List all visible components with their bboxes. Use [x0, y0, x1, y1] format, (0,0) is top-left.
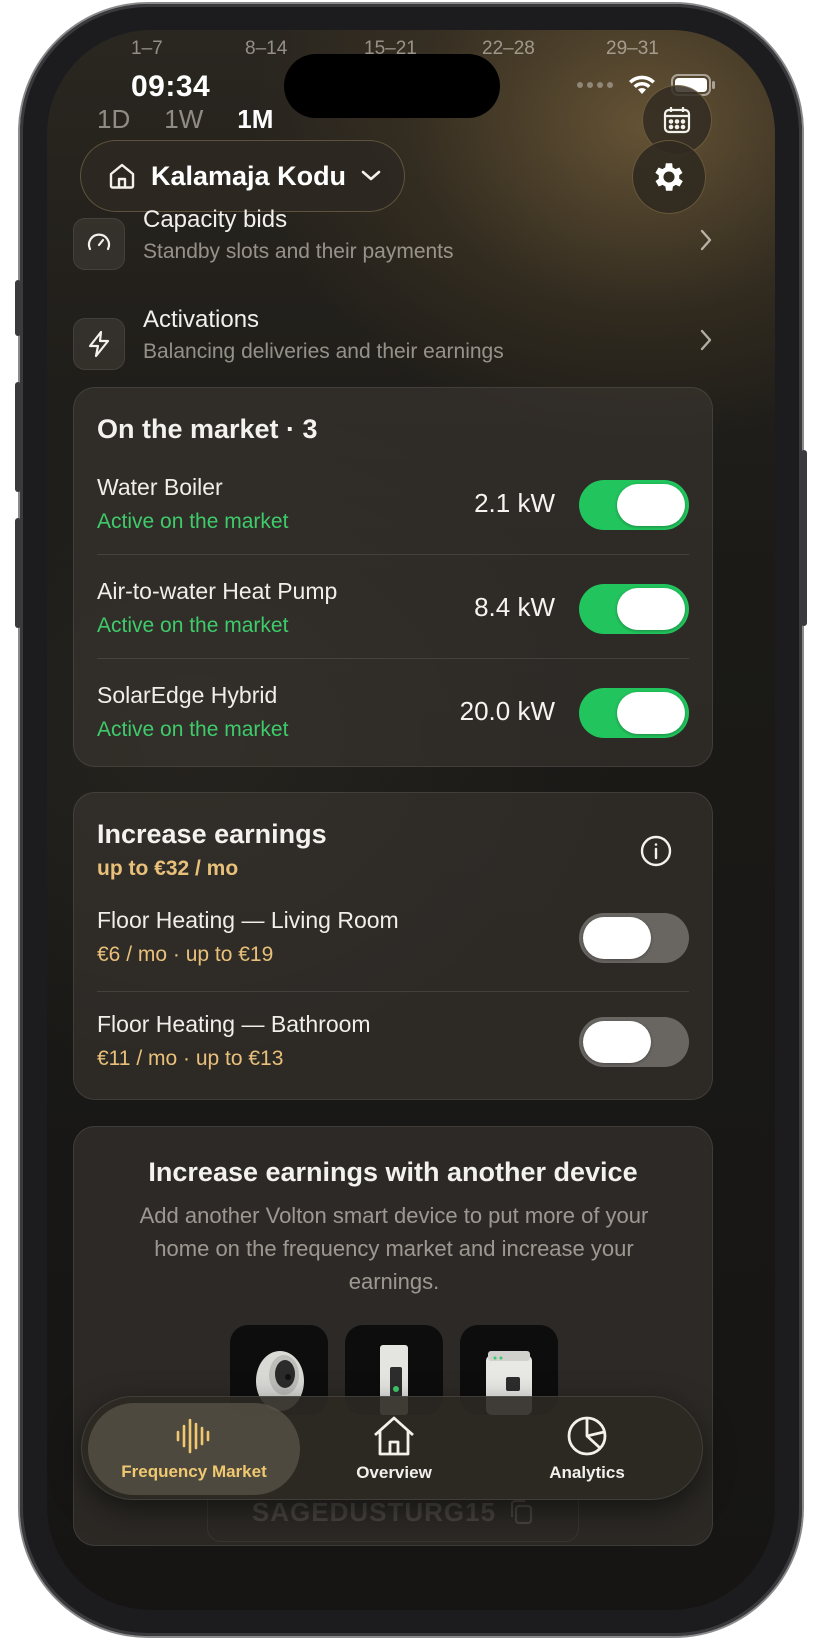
wifi-icon	[629, 75, 655, 94]
week-label: 22–28	[482, 38, 535, 59]
volume-down-button	[15, 518, 21, 628]
chevron-down-icon	[361, 170, 381, 181]
divider	[97, 991, 689, 992]
nav-row-activations[interactable]: Activations Balancing deliveries and the…	[73, 302, 713, 392]
cellular-signal-icon	[577, 82, 613, 88]
device-name: Water Boiler	[97, 474, 223, 500]
tab-analytics[interactable]: Analytics	[528, 1403, 646, 1495]
device-status: Active on the market	[97, 510, 289, 533]
device-name: Floor Heating — Bathroom	[97, 1011, 371, 1037]
device-toggle[interactable]	[579, 480, 689, 530]
copy-icon	[510, 1499, 533, 1525]
device-toggle[interactable]	[579, 1017, 689, 1067]
chevron-right-icon	[700, 329, 712, 351]
week-label: 8–14	[245, 38, 288, 59]
device-row: Air-to-water Heat Pump Active on the mar…	[97, 564, 689, 668]
device-name: Air-to-water Heat Pump	[97, 578, 338, 604]
calendar-icon	[663, 107, 691, 134]
tab-label: Frequency Market	[121, 1462, 267, 1481]
gear-icon	[655, 163, 683, 191]
tab-label: Analytics	[549, 1463, 625, 1482]
waveform-icon	[176, 1418, 210, 1454]
device-power: 20.0 kW	[459, 696, 555, 726]
nav-row-subtitle: Standby slots and their payments	[143, 240, 454, 263]
device-row: SolarEdge Hybrid Active on the market 20…	[97, 668, 689, 772]
gauge-icon	[73, 218, 125, 270]
status-time: 09:34	[131, 70, 211, 103]
nav-row-title: Activations	[143, 306, 260, 333]
week-label: 29–31	[606, 38, 659, 59]
divider	[97, 554, 689, 555]
market-card-title: On the market · 3	[97, 414, 318, 444]
tab-bar: Frequency Market Overview Analytics	[81, 1396, 703, 1500]
device-power: 8.4 kW	[474, 592, 555, 622]
device-row: Water Boiler Active on the market 2.1 kW	[97, 460, 689, 564]
volume-up-button	[15, 382, 21, 492]
house-icon	[374, 1416, 414, 1456]
device-status: Active on the market	[97, 614, 289, 637]
app-screen: 1–7 8–14 15–21 22–28 29–31 09:34 1D 1W 1…	[47, 30, 775, 1610]
week-label: 1–7	[131, 38, 163, 59]
dynamic-island	[284, 54, 500, 118]
chevron-right-icon	[700, 229, 712, 251]
pie-chart-icon	[567, 1416, 607, 1456]
range-tabs: 1D 1W 1M	[97, 104, 273, 135]
promo-body: Add another Volton smart device to put m…	[139, 1203, 649, 1294]
tab-label: Overview	[356, 1463, 432, 1482]
nav-row-subtitle: Balancing deliveries and their earnings	[143, 340, 504, 363]
home-name: Kalamaja Kodu	[151, 160, 347, 191]
device-toggle[interactable]	[579, 688, 689, 738]
market-card: On the market · 3 Water Boiler Active on…	[73, 387, 713, 767]
device-price: €6 / mo · up to €19	[97, 943, 274, 966]
earnings-upto: up to €32 / mo	[97, 857, 239, 880]
divider	[97, 658, 689, 659]
device-power: 2.1 kW	[474, 488, 555, 518]
device-name: SolarEdge Hybrid	[97, 682, 278, 708]
device-row: Floor Heating — Living Room €6 / mo · up…	[97, 893, 689, 997]
lightning-icon	[73, 318, 125, 370]
device-toggle[interactable]	[579, 584, 689, 634]
nav-row-title: Capacity bids	[143, 206, 288, 233]
earnings-card: Increase earnings up to €32 / mo Floor H…	[73, 792, 713, 1100]
promo-title: Increase earnings with another device	[148, 1157, 638, 1187]
tab-frequency-market[interactable]: Frequency Market	[88, 1403, 300, 1495]
power-button	[801, 450, 807, 626]
range-tab-1m[interactable]: 1M	[237, 104, 273, 135]
earnings-card-title: Increase earnings	[97, 819, 327, 849]
mute-switch	[15, 280, 21, 336]
device-name: Floor Heating — Living Room	[97, 907, 399, 933]
nav-row-capacity-bids[interactable]: Capacity bids Standby slots and their pa…	[73, 202, 713, 292]
device-price: €11 / mo · up to €13	[97, 1047, 284, 1070]
range-tab-1d[interactable]: 1D	[97, 104, 130, 135]
device-status: Active on the market	[97, 718, 289, 741]
range-tab-1w[interactable]: 1W	[164, 104, 203, 135]
promo-code-text: SAGEDUSTURG15	[251, 1496, 497, 1527]
device-toggle[interactable]	[579, 913, 689, 963]
info-icon[interactable]	[638, 833, 674, 869]
tab-overview[interactable]: Overview	[338, 1403, 450, 1495]
device-row: Floor Heating — Bathroom €11 / mo · up t…	[97, 997, 689, 1101]
house-icon	[109, 163, 135, 189]
